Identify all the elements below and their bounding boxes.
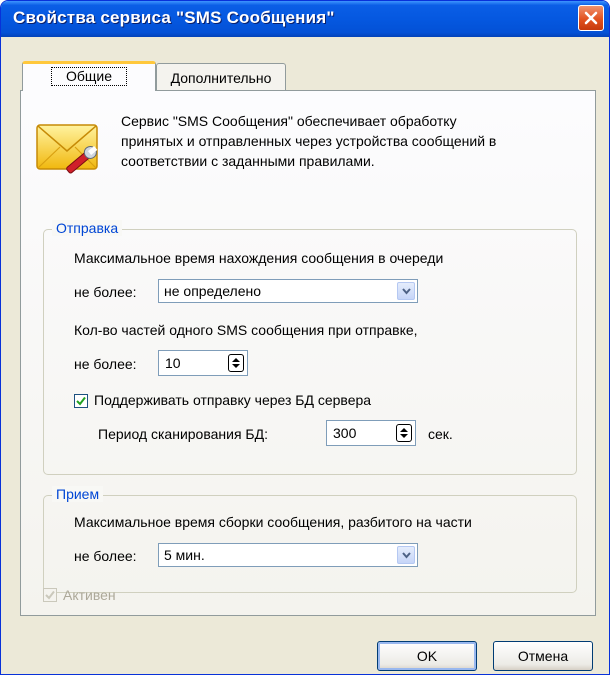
spin-arrows-icon [400,428,408,438]
receive-group-legend: Прием [52,486,104,502]
chevron-down-icon [402,552,411,559]
receive-group: Прием Максимальное время сборки сообщени… [43,486,577,593]
close-icon [584,11,598,25]
ok-button[interactable]: OK [377,641,477,671]
dialog-window: Свойства сервиса "SMS Сообщения" Общие Д… [0,0,610,675]
cancel-button[interactable]: Отмена [493,641,593,671]
scan-period-label: Период сканирования БД: [98,426,268,442]
tab-panel-general: Сервис "SMS Сообщения" обеспечивает обра… [20,90,596,616]
scan-period-unit: сек. [428,426,453,442]
spin-arrows-icon [232,358,240,368]
send-group: Отправка Максимальное время нахождения с… [43,220,577,475]
send-group-legend: Отправка [52,220,123,236]
tab-general[interactable]: Общие [22,61,156,91]
dialog-client-area: Общие Дополнительно Сервис "SMS Сообщени… [4,37,606,673]
db-send-checkbox[interactable] [74,394,88,408]
assembly-time-dropdown-button[interactable] [397,546,415,564]
title-bar[interactable]: Свойства сервиса "SMS Сообщения" [1,1,609,37]
scan-period-spinner[interactable]: 300 [326,420,416,446]
parts-count-value: 10 [165,355,181,371]
assembly-time-label: Максимальное время сборки сообщения, раз… [74,514,472,530]
queue-time-label: Максимальное время нахождения сообщения … [74,250,444,266]
checkmark-icon [76,396,86,406]
queue-prefix-label: не более: [74,284,137,300]
active-checkbox-label: Активен [63,587,116,603]
parts-count-spinner[interactable]: 10 [158,350,248,376]
close-button[interactable] [578,5,604,31]
tab-advanced[interactable]: Дополнительно [156,63,286,91]
description-line: принятых и отправленных через устройства… [121,133,497,149]
queue-time-select[interactable]: не определено [158,279,418,303]
chevron-down-icon [402,288,411,295]
scan-period-spin-buttons[interactable] [396,424,412,442]
envelope-wrench-icon [36,124,98,174]
checkmark-icon [45,590,55,600]
parts-count-spin-buttons[interactable] [228,354,244,372]
queue-time-dropdown-button[interactable] [397,282,415,300]
window-title: Свойства сервиса "SMS Сообщения" [13,8,335,27]
assembly-time-select[interactable]: 5 мин. [158,543,418,567]
scan-period-value: 300 [333,425,357,441]
description-line: соответствии с заданными правилами. [121,153,375,169]
db-send-checkbox-label[interactable]: Поддерживать отправку через БД сервера [94,392,371,408]
active-checkbox[interactable] [43,588,57,602]
parts-count-label: Кол-во частей одного SMS сообщения при о… [74,322,418,338]
parts-prefix-label: не более: [74,356,137,372]
assembly-time-value: 5 мин. [164,547,205,563]
description-line: Сервис "SMS Сообщения" обеспечивает обра… [121,113,457,129]
tab-general-label: Общие [50,67,128,86]
service-description: Сервис "SMS Сообщения" обеспечивает обра… [121,111,561,171]
assembly-prefix-label: не более: [74,548,137,564]
queue-time-value: не определено [164,283,262,299]
